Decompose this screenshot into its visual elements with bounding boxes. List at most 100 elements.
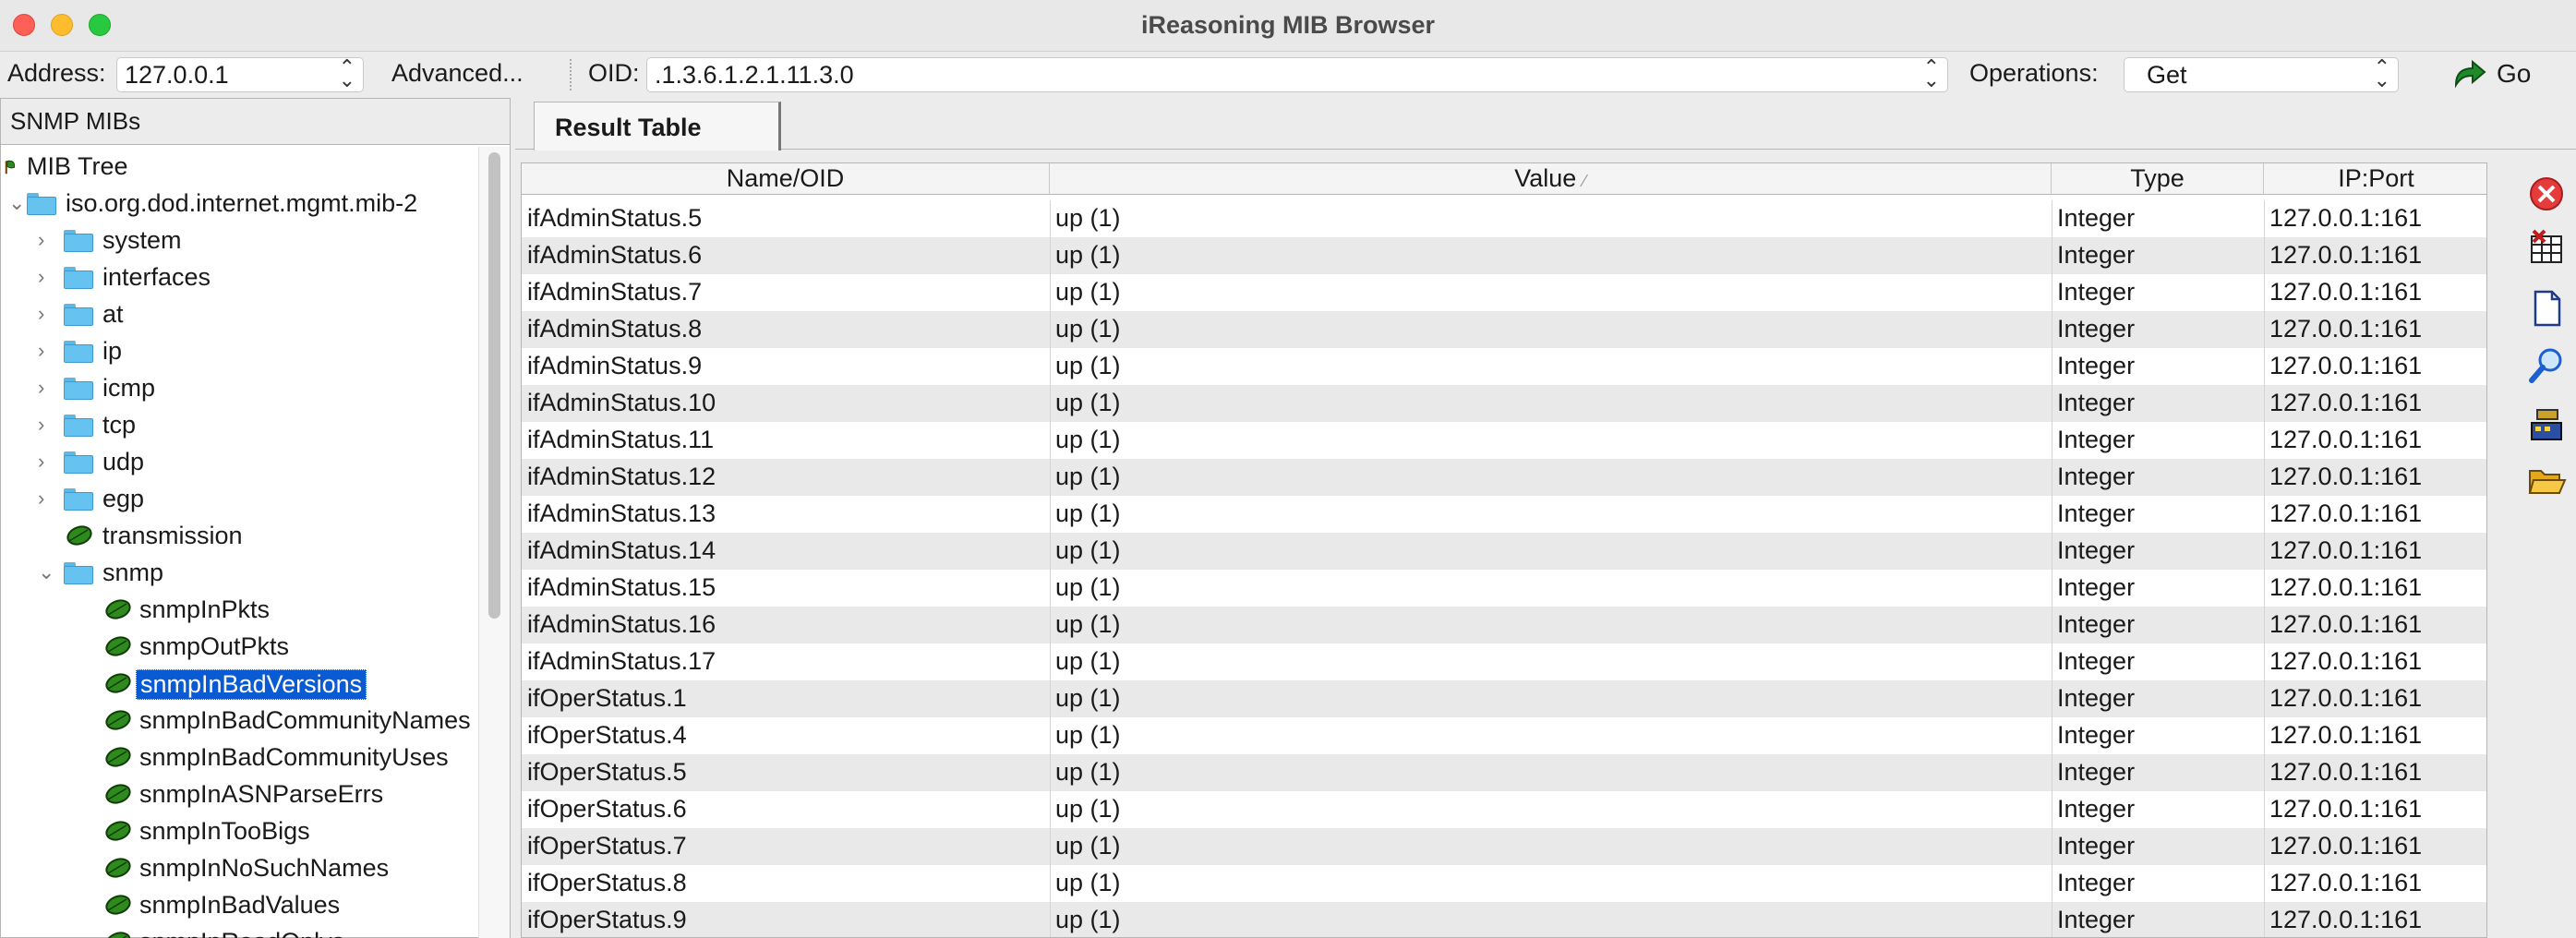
cell-type: Integer xyxy=(2057,352,2136,379)
tree-item-tcp[interactable]: › tcp xyxy=(1,407,476,444)
table-row[interactable]: ifOperStatus.1 up (1) Integer 127.0.0.1:161 xyxy=(522,680,2486,717)
table-row[interactable]: ifAdminStatus.10 up (1) Integer 127.0.0.1:1… xyxy=(522,385,2486,422)
column-header-type[interactable]: Type xyxy=(2052,163,2264,195)
tree-scrollbar-thumb[interactable] xyxy=(488,152,500,619)
stepper-icon[interactable]: ⌃ ⌄ xyxy=(339,57,355,90)
cell-name-oid: ifOperStatus.6 xyxy=(527,795,687,823)
cell-ip-port: 127.0.0.1:161 xyxy=(2269,758,2423,786)
table-row[interactable]: ifOperStatus.9 up (1) Integer 127.0.0.1:161 xyxy=(522,902,2486,937)
tree-item-snmp[interactable]: ⌄ snmp xyxy=(1,555,476,592)
oid-field[interactable]: .1.3.6.1.2.1.11.3.0 ⌃ ⌄ xyxy=(646,57,1948,92)
document-icon[interactable] xyxy=(2526,288,2567,329)
tree-item-system[interactable]: › system xyxy=(1,222,476,259)
chevron-down-icon[interactable]: ⌄ xyxy=(38,560,56,584)
column-header-label: Name/OID xyxy=(726,164,845,192)
tree-item-icmp[interactable]: › icmp xyxy=(1,370,476,407)
tree-item-label: snmpInBadValues xyxy=(139,891,341,919)
column-divider xyxy=(1050,791,1051,828)
cell-name-oid: ifAdminStatus.12 xyxy=(527,463,716,490)
table-row[interactable]: ifOperStatus.5 up (1) Integer 127.0.0.1:161 xyxy=(522,754,2486,791)
table-row[interactable]: ifAdminStatus.14 up (1) Integer 127.0.0.1:1… xyxy=(522,533,2486,570)
result-table: Name/OID Value ⁄ Type IP:Port ifAdminSta… xyxy=(521,162,2487,938)
table-row[interactable]: ifAdminStatus.11 up (1) Integer 127.0.0.1:1… xyxy=(522,422,2486,459)
table-row[interactable]: ifAdminStatus.9 up (1) Integer 127.0.0.1:16… xyxy=(522,348,2486,385)
address-field[interactable]: 127.0.0.1 ⌃ ⌄ xyxy=(116,57,364,92)
tree-item-at[interactable]: › at xyxy=(1,296,476,333)
column-divider xyxy=(1050,865,1051,902)
chevron-right-icon[interactable]: › xyxy=(38,265,56,289)
cell-value: up (1) xyxy=(1055,610,1121,638)
table-row[interactable]: ifOperStatus.6 up (1) Integer 127.0.0.1:161 xyxy=(522,791,2486,828)
table-row[interactable]: ifAdminStatus.6 up (1) Integer 127.0.0.1:16… xyxy=(522,237,2486,274)
tree-item-snmpinbadvalues[interactable]: snmpInBadValues xyxy=(1,887,476,924)
table-row[interactable]: ifAdminStatus.7 up (1) Integer 127.0.0.1:16… xyxy=(522,274,2486,311)
tree-item-egp[interactable]: › egp xyxy=(1,481,476,518)
tree-item-iso-org-dod-internet-mgmt-mib-2[interactable]: ⌄ iso.org.dod.internet.mgmt.mib-2 xyxy=(1,186,476,222)
advanced-button[interactable]: Advanced... xyxy=(391,59,524,88)
tree-item-snmpinasnparseerrs[interactable]: snmpInASNParseErrs xyxy=(1,776,476,813)
table-row[interactable]: ifOperStatus.8 up (1) Integer 127.0.0.1:161 xyxy=(522,865,2486,902)
column-header-name-oid[interactable]: Name/OID xyxy=(522,163,1050,195)
chevron-right-icon[interactable]: › xyxy=(38,487,56,511)
tree-icon xyxy=(5,160,16,174)
cell-value: up (1) xyxy=(1055,278,1121,306)
network-device-icon[interactable] xyxy=(2526,404,2567,445)
tree-item-interfaces[interactable]: › interfaces xyxy=(1,259,476,296)
tree-item-label: snmpInReadOnlys xyxy=(139,928,344,938)
column-divider xyxy=(1050,385,1051,422)
toolbar-separator xyxy=(570,59,572,90)
tab-result-table[interactable]: Result Table xyxy=(534,102,781,150)
table-row[interactable]: ifAdminStatus.12 up (1) Integer 127.0.0.1:1… xyxy=(522,459,2486,496)
table-row[interactable]: ifAdminStatus.8 up (1) Integer 127.0.0.1:16… xyxy=(522,311,2486,348)
stepper-icon[interactable]: ⌃ ⌄ xyxy=(2374,57,2390,90)
tree-item-label: snmpInASNParseErrs xyxy=(139,780,384,808)
chevron-right-icon[interactable]: › xyxy=(38,339,56,363)
chevron-right-icon[interactable]: › xyxy=(38,376,56,400)
title-bar: iReasoning MIB Browser xyxy=(0,0,2576,52)
tree-item-snmpintoobigs[interactable]: snmpInTooBigs xyxy=(1,813,476,850)
tree-item-udp[interactable]: › udp xyxy=(1,444,476,481)
tree-item-mib-tree[interactable]: MIB Tree xyxy=(1,149,476,186)
chevron-right-icon[interactable]: › xyxy=(38,413,56,437)
chevron-right-icon[interactable]: › xyxy=(38,450,56,474)
tree-item-snmpinreadonlys[interactable]: snmpInReadOnlys xyxy=(1,924,476,938)
tree-item-transmission[interactable]: transmission xyxy=(1,518,476,555)
tree-item-snmpinbadcommunitynames[interactable]: snmpInBadCommunityNames xyxy=(1,703,476,740)
cell-type: Integer xyxy=(2057,869,2136,896)
operations-select[interactable]: Get ⌃ ⌄ xyxy=(2124,57,2399,92)
column-divider xyxy=(1050,348,1051,385)
tree-item-snmpoutpkts[interactable]: snmpOutPkts xyxy=(1,629,476,666)
cell-name-oid: ifAdminStatus.15 xyxy=(527,573,716,601)
go-button[interactable]: Go xyxy=(2447,55,2548,94)
table-row[interactable]: ifAdminStatus.5 up (1) Integer 127.0.0.1:16… xyxy=(522,200,2486,237)
cell-type: Integer xyxy=(2057,573,2136,601)
column-header-value[interactable]: Value ⁄ xyxy=(1050,163,2052,195)
close-circle-icon[interactable] xyxy=(2526,174,2567,214)
chevron-right-icon[interactable]: › xyxy=(38,302,56,326)
table-row[interactable]: ifOperStatus.7 up (1) Integer 127.0.0.1:161 xyxy=(522,828,2486,865)
tree-scrollbar[interactable] xyxy=(478,147,510,938)
column-divider xyxy=(2264,237,2265,274)
tree-item-ip[interactable]: › ip xyxy=(1,333,476,370)
stepper-icon[interactable]: ⌃ ⌄ xyxy=(1923,57,1940,90)
column-divider xyxy=(1050,643,1051,680)
mib-tree[interactable]: MIB Tree ⌄ iso.org.dod.internet.mgmt.mib-2… xyxy=(1,147,476,938)
search-magnifier-icon[interactable] xyxy=(2526,345,2567,386)
table-row[interactable]: ifOperStatus.4 up (1) Integer 127.0.0.1:161 xyxy=(522,717,2486,754)
table-row[interactable]: ifAdminStatus.13 up (1) Integer 127.0.0.1:1… xyxy=(522,496,2486,533)
tree-item-snmpinpkts[interactable]: snmpInPkts xyxy=(1,592,476,629)
chevron-right-icon[interactable]: › xyxy=(38,228,56,252)
cell-type: Integer xyxy=(2057,426,2136,453)
toolbar: Address: 127.0.0.1 ⌃ ⌄ Advanced... OID: .… xyxy=(0,52,2576,98)
delete-table-icon[interactable] xyxy=(2526,227,2567,268)
column-header-ip-port[interactable]: IP:Port xyxy=(2264,163,2486,195)
oid-label: OID: xyxy=(588,59,640,87)
table-row[interactable]: ifAdminStatus.16 up (1) Integer 127.0.0.1:1… xyxy=(522,607,2486,643)
tree-item-snmpinbadversions[interactable]: snmpInBadVersions xyxy=(1,666,476,703)
open-folder-icon[interactable] xyxy=(2526,460,2567,500)
table-row[interactable]: ifAdminStatus.17 up (1) Integer 127.0.0.1:1… xyxy=(522,643,2486,680)
tree-item-snmpinbadcommunityuses[interactable]: snmpInBadCommunityUses xyxy=(1,740,476,776)
tree-item-snmpinnosuchnames[interactable]: snmpInNoSuchNames xyxy=(1,850,476,887)
table-row[interactable]: ifAdminStatus.15 up (1) Integer 127.0.0.1:1… xyxy=(522,570,2486,607)
chevron-down-icon[interactable]: ⌄ xyxy=(8,191,27,215)
